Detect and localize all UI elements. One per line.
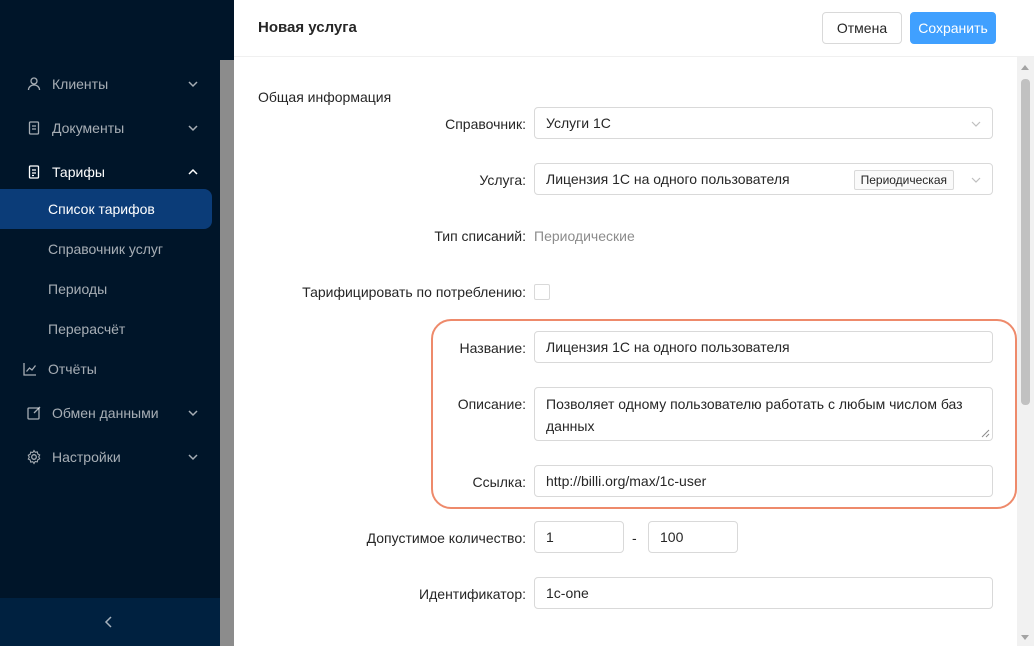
submenu-item-label: Справочник услуг — [48, 241, 164, 257]
directory-label: Справочник: — [445, 116, 526, 132]
quantity-min-input[interactable]: 1 — [534, 521, 624, 553]
submenu-item-label: Периоды — [48, 281, 108, 297]
scroll-down-arrow-icon[interactable] — [1021, 635, 1029, 640]
link-label: Ссылка: — [472, 474, 526, 490]
service-select[interactable]: Лицензия 1С на одного пользователя Перио… — [534, 163, 993, 195]
sidebar-item-label: Отчёты — [48, 361, 97, 377]
save-button[interactable]: Сохранить — [910, 12, 996, 44]
user-icon — [27, 77, 41, 91]
tariff-icon — [28, 165, 40, 179]
chevron-down-icon — [188, 81, 198, 88]
sidebar-collapse-button[interactable] — [0, 598, 220, 646]
sidebar-item-label: Тарифы — [52, 164, 105, 180]
sidebar-item-label: Настройки — [52, 449, 121, 465]
chevron-down-icon — [188, 125, 198, 132]
sidebar-item-tariffs[interactable]: Тарифы — [0, 152, 220, 192]
identifier-label: Идентификатор: — [419, 586, 526, 602]
scrollbar[interactable] — [1017, 57, 1034, 646]
quantity-max-input[interactable]: 100 — [648, 521, 738, 553]
name-input[interactable]: Лицензия 1С на одного пользователя — [534, 331, 993, 363]
chevron-left-icon — [104, 616, 112, 628]
directory-value: Услуги 1С — [546, 115, 611, 131]
periodic-tag: Периодическая — [853, 170, 954, 190]
sidebar-item-data-exchange[interactable]: Обмен данными — [0, 393, 220, 433]
resize-grip-icon[interactable] — [981, 429, 990, 438]
chevron-down-icon — [971, 121, 981, 127]
directory-select[interactable]: Услуги 1С — [534, 107, 993, 139]
section-title: Общая информация — [258, 89, 392, 105]
chevron-down-icon — [188, 454, 198, 461]
submenu-item-periods[interactable]: Периоды — [0, 269, 212, 309]
submenu-item-service-directory[interactable]: Справочник услуг — [0, 229, 212, 269]
gear-icon — [27, 449, 41, 465]
description-label: Описание: — [457, 396, 526, 412]
sidebar-item-label: Обмен данными — [52, 405, 159, 421]
sidebar-item-reports[interactable]: Отчёты — [0, 349, 220, 389]
scrollbar-thumb[interactable] — [1021, 79, 1030, 405]
documents-icon — [28, 121, 40, 135]
service-value: Лицензия 1С на одного пользователя — [546, 171, 790, 187]
chevron-up-icon — [188, 168, 198, 175]
usage-billing-label: Тарифицировать по потреблению: — [302, 284, 526, 300]
cancel-button[interactable]: Отмена — [822, 12, 902, 44]
submenu-item-tariff-list[interactable]: Список тарифов — [0, 189, 212, 229]
charge-type-label: Тип списаний: — [434, 228, 526, 244]
charge-type-value: Периодические — [534, 228, 635, 244]
quantity-min-value: 1 — [546, 529, 554, 545]
link-value: http://billi.org/max/1c-user — [546, 473, 707, 489]
drawer-header: Новая услуга Отмена Сохранить — [234, 0, 1034, 57]
sidebar-item-label: Документы — [52, 120, 125, 136]
link-input[interactable]: http://billi.org/max/1c-user — [534, 465, 993, 497]
new-service-drawer: Новая услуга Отмена Сохранить Общая инфо… — [234, 0, 1034, 646]
page-backdrop — [220, 60, 234, 646]
sidebar-item-documents[interactable]: Документы — [0, 108, 220, 148]
identifier-input[interactable]: 1c-one — [534, 577, 993, 609]
chevron-down-icon — [188, 410, 198, 417]
quantity-max-value: 100 — [660, 529, 684, 545]
service-label: Услуга: — [479, 172, 526, 188]
name-label: Название: — [459, 340, 526, 356]
description-value: Позволяет одному пользователю работать с… — [546, 396, 963, 434]
scroll-up-arrow-icon[interactable] — [1021, 65, 1029, 70]
sidebar: Клиенты Документы Тарифы Список тарифов … — [0, 0, 220, 646]
usage-billing-checkbox[interactable] — [534, 284, 550, 300]
name-value: Лицензия 1С на одного пользователя — [546, 339, 790, 355]
chart-icon — [23, 363, 37, 376]
edit-icon — [27, 406, 41, 420]
quantity-separator: - — [632, 530, 637, 546]
submenu-item-label: Перерасчёт — [48, 321, 126, 337]
sidebar-item-clients[interactable]: Клиенты — [0, 64, 220, 104]
sidebar-item-settings[interactable]: Настройки — [0, 437, 220, 477]
identifier-value: 1c-one — [546, 585, 589, 601]
sidebar-item-label: Клиенты — [52, 76, 109, 92]
drawer-title: Новая услуга — [258, 19, 357, 36]
submenu-item-label: Список тарифов — [48, 201, 155, 217]
quantity-label: Допустимое количество: — [366, 530, 526, 546]
chevron-down-icon — [971, 177, 981, 183]
description-textarea[interactable]: Позволяет одному пользователю работать с… — [534, 387, 993, 441]
submenu-item-recalculation[interactable]: Перерасчёт — [0, 309, 212, 349]
